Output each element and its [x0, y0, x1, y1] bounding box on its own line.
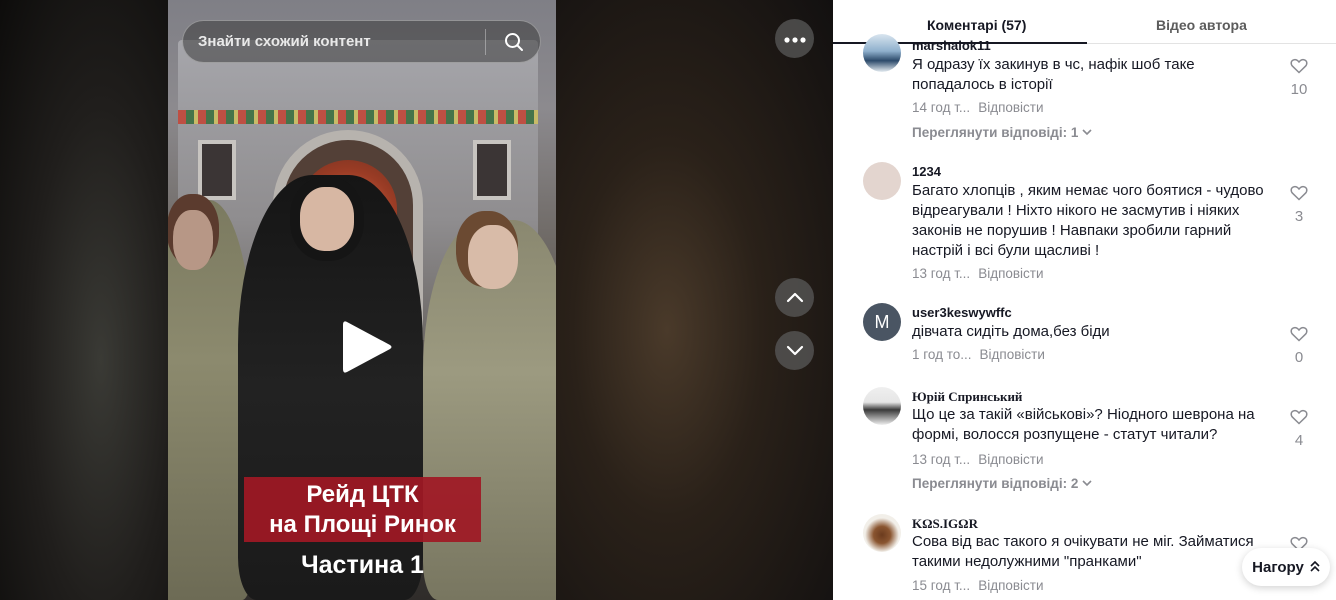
- view-replies-label: Переглянути відповіді: 1: [912, 125, 1079, 140]
- search-bar[interactable]: Знайти схожий контент: [182, 20, 541, 63]
- comment-username[interactable]: marshalok11: [912, 38, 991, 53]
- back-to-top-button[interactable]: Нагору: [1242, 548, 1330, 586]
- like-button[interactable]: 0: [1287, 326, 1311, 366]
- comment-username[interactable]: user3keswywffc: [912, 305, 1012, 320]
- comment-username[interactable]: 1234: [912, 164, 941, 179]
- more-options-button[interactable]: [775, 19, 814, 58]
- comment-meta: 15 год т... Відповісти: [912, 578, 1044, 593]
- reply-button[interactable]: Відповісти: [978, 266, 1043, 281]
- caption-part-label: Частина 1: [301, 551, 424, 579]
- chevron-down-icon: [786, 345, 803, 356]
- play-icon: [343, 321, 392, 373]
- comment-username[interactable]: Юрій Спринський: [912, 389, 1022, 405]
- search-divider: [485, 28, 486, 55]
- comment-text: Що це за такій «військові»? Ніодного шев…: [912, 406, 1255, 443]
- avatar[interactable]: [863, 514, 901, 552]
- heart-icon: [1290, 185, 1308, 201]
- comments-panel: Коментарі (57) Відео автора marshalok11 …: [833, 0, 1336, 600]
- like-count: 3: [1294, 208, 1304, 225]
- play-button[interactable]: [341, 318, 393, 376]
- comment-time: 13 год т...: [912, 266, 971, 281]
- avatar[interactable]: [863, 162, 901, 200]
- like-button[interactable]: 10: [1287, 58, 1311, 98]
- view-replies-button[interactable]: Переглянути відповіді: 2: [912, 476, 1092, 491]
- video-frame-person-right: [423, 220, 556, 600]
- like-count: 0: [1294, 349, 1304, 366]
- comment-item: marshalok11 Я одразу їх закинув в чс, на…: [863, 34, 1333, 144]
- comment-meta: 14 год т... Відповісти: [912, 100, 1044, 115]
- reply-button[interactable]: Відповісти: [978, 452, 1043, 467]
- double-chevron-up-icon: [1310, 561, 1320, 572]
- chevron-down-icon: [1082, 480, 1092, 487]
- comment-text: Багато хлопців , яким немає чого боятися…: [912, 182, 1264, 259]
- heart-icon: [1290, 326, 1308, 342]
- comment-item: 1234 Багато хлопців , яким немає чого бо…: [863, 160, 1333, 290]
- comment-time: 13 год т...: [912, 452, 971, 467]
- reply-button[interactable]: Відповісти: [978, 100, 1043, 115]
- search-input[interactable]: Знайти схожий контент: [198, 33, 485, 50]
- like-button[interactable]: 4: [1287, 409, 1311, 449]
- tab-creator-videos[interactable]: Відео автора: [1156, 17, 1247, 33]
- video-stage: Знайти схожий контент Рейд ЦТК на Площі …: [0, 0, 833, 600]
- avatar[interactable]: M: [863, 303, 901, 341]
- next-video-button[interactable]: [775, 331, 814, 370]
- reply-button[interactable]: Відповісти: [978, 578, 1043, 593]
- previous-video-button[interactable]: [775, 278, 814, 317]
- comment-meta: 1 год то... Відповісти: [912, 347, 1045, 362]
- avatar[interactable]: [863, 34, 901, 72]
- comment-item: Юрій Спринський Що це за такій «військов…: [863, 385, 1333, 495]
- like-count: 4: [1294, 432, 1304, 449]
- reply-button[interactable]: Відповісти: [980, 347, 1045, 362]
- caption-line-1: Рейд ЦТК: [306, 481, 419, 508]
- search-icon[interactable]: [496, 24, 532, 60]
- chevron-up-icon: [786, 292, 803, 303]
- avatar-letter: M: [874, 311, 890, 332]
- like-count: 10: [1290, 81, 1308, 98]
- heart-icon: [1290, 58, 1308, 74]
- avatar[interactable]: [863, 387, 901, 425]
- tab-comments[interactable]: Коментарі (57): [927, 17, 1026, 33]
- comment-time: 14 год т...: [912, 100, 971, 115]
- chevron-down-icon: [1082, 129, 1092, 136]
- more-horizontal-icon: [783, 30, 806, 48]
- heart-icon: [1290, 409, 1308, 425]
- view-replies-button[interactable]: Переглянути відповіді: 1: [912, 125, 1092, 140]
- like-button[interactable]: 3: [1287, 185, 1311, 225]
- comment-time: 15 год т...: [912, 578, 971, 593]
- back-to-top-label: Нагору: [1252, 558, 1304, 576]
- comment-text: Сова від вас такого я очікувати не міг. …: [912, 533, 1254, 570]
- comment-meta: 13 год т... Відповісти: [912, 266, 1044, 281]
- comment-text: дівчата сидіть дома,без біди: [912, 323, 1110, 340]
- comment-item: M user3keswywffc дівчата сидіть дома,без…: [863, 301, 1333, 371]
- comment-time: 1 год то...: [912, 347, 972, 362]
- comment-username[interactable]: ΚΩS.IGΩR: [912, 516, 978, 532]
- caption-line-2: на Площі Ринок: [269, 511, 456, 538]
- comment-meta: 13 год т... Відповісти: [912, 452, 1044, 467]
- blurred-backdrop-left: [0, 0, 168, 600]
- view-replies-label: Переглянути відповіді: 2: [912, 476, 1079, 491]
- comment-text: Я одразу їх закинув в чс, нафік шоб таке…: [912, 56, 1195, 93]
